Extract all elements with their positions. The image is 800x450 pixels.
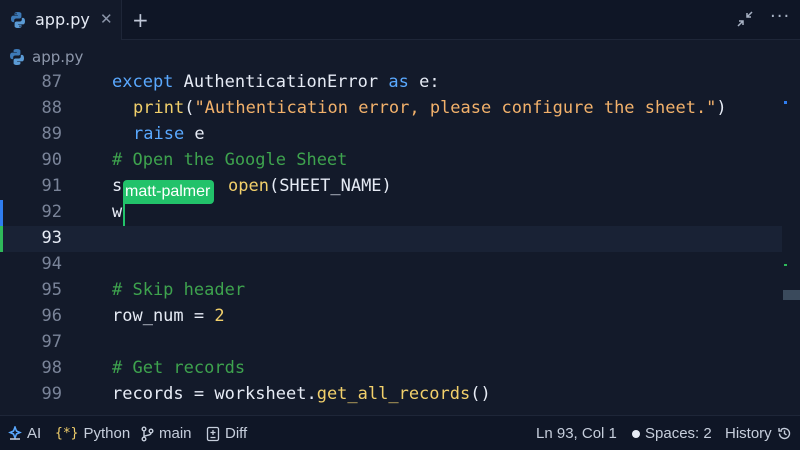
code-line[interactable]: 88 print("Authentication error, please c… bbox=[0, 96, 782, 122]
ai-icon bbox=[8, 425, 22, 442]
code-line[interactable]: 89 raise e bbox=[0, 122, 782, 148]
code-text: open(SHEET_NAME) bbox=[228, 176, 392, 196]
code-line[interactable]: 94 bbox=[0, 252, 782, 278]
cursor-position[interactable]: Ln 93, Col 1 bbox=[536, 425, 617, 442]
line-number: 92 bbox=[41, 202, 62, 222]
tab-app-py[interactable]: app.py ✕ bbox=[0, 0, 122, 40]
tab-bar: app.py ✕ + ··· bbox=[0, 0, 800, 40]
tab-label: app.py bbox=[35, 10, 90, 29]
line-number: 91 bbox=[41, 176, 62, 196]
history-label: History bbox=[725, 425, 772, 442]
code-line[interactable]: 90 # Open the Google Sheet bbox=[0, 148, 782, 174]
language-mode[interactable]: {*} Python bbox=[55, 425, 130, 442]
code-comment: # Get records bbox=[112, 358, 246, 378]
line-number: 99 bbox=[41, 384, 62, 404]
history-icon bbox=[777, 426, 792, 441]
code-comment: # Open the Google Sheet bbox=[112, 150, 348, 170]
minimap-marker bbox=[784, 101, 787, 104]
minimap-marker bbox=[784, 264, 787, 266]
line-number: 90 bbox=[41, 150, 62, 170]
branch-icon bbox=[140, 426, 154, 442]
line-number: 96 bbox=[41, 306, 62, 326]
python-icon bbox=[8, 48, 26, 70]
line-number: 87 bbox=[41, 72, 62, 92]
code-line[interactable]: 99 records = worksheet.get_all_records() bbox=[0, 382, 782, 408]
code-line[interactable]: 96 row_num = 2 bbox=[0, 304, 782, 330]
braces-icon: {*} bbox=[55, 426, 79, 441]
ai-status[interactable]: AI bbox=[8, 425, 41, 442]
scrollbar-thumb[interactable] bbox=[783, 290, 800, 300]
line-number: 97 bbox=[41, 332, 62, 352]
collaborator-name-tag: matt-palmer bbox=[123, 180, 215, 204]
code-line[interactable]: 97 bbox=[0, 330, 782, 356]
code-text: w bbox=[112, 202, 123, 222]
line-number: 88 bbox=[41, 98, 62, 118]
history-button[interactable]: History bbox=[725, 425, 792, 442]
line-number: 93 bbox=[41, 228, 62, 248]
status-bar: AI {*} Python main Diff Ln 93, Col 1 Spa… bbox=[0, 415, 800, 450]
scrollbar[interactable] bbox=[783, 68, 800, 412]
git-branch[interactable]: main bbox=[140, 425, 192, 442]
code-line[interactable]: 98 # Get records bbox=[0, 356, 782, 382]
code-line[interactable]: 87 except AuthenticationError as e: bbox=[0, 70, 782, 96]
code-comment: # Skip header bbox=[112, 280, 246, 300]
code-text: row_num = 2 bbox=[112, 306, 225, 326]
code-line[interactable]: 95 # Skip header bbox=[0, 278, 782, 304]
diff-label: Diff bbox=[225, 425, 248, 442]
code-text: records = worksheet.get_all_records() bbox=[112, 384, 491, 404]
code-text: s bbox=[112, 176, 123, 196]
code-text: raise e bbox=[133, 124, 205, 144]
line-number: 89 bbox=[41, 124, 62, 144]
branch-label: main bbox=[159, 425, 192, 442]
line-number: 95 bbox=[41, 280, 62, 300]
diff-button[interactable]: Diff bbox=[206, 425, 247, 442]
breadcrumb-file[interactable]: app.py bbox=[32, 48, 83, 66]
collapse-icon[interactable] bbox=[736, 10, 754, 32]
language-label: Python bbox=[83, 425, 131, 442]
code-text: print("Authentication error, please conf… bbox=[133, 98, 727, 118]
code-text: except AuthenticationError as e: bbox=[112, 72, 440, 92]
close-icon[interactable]: ✕ bbox=[100, 10, 113, 28]
spaces-label: Spaces: 2 bbox=[645, 425, 712, 442]
code-line-current[interactable]: 93 bbox=[0, 226, 782, 252]
new-tab-button[interactable]: + bbox=[132, 8, 149, 32]
indentation-setting[interactable]: Spaces: 2 bbox=[632, 425, 712, 442]
code-editor[interactable]: 87 except AuthenticationError as e: 88 p… bbox=[0, 68, 800, 412]
code-line[interactable]: 91 s open(SHEET_NAME) bbox=[0, 174, 782, 200]
breadcrumb: app.py bbox=[0, 44, 800, 70]
ai-label: AI bbox=[27, 425, 42, 442]
status-dot-icon bbox=[632, 429, 640, 438]
more-options-icon[interactable]: ··· bbox=[770, 6, 790, 27]
line-number: 94 bbox=[41, 254, 62, 274]
code-line[interactable]: 92 w bbox=[0, 200, 782, 226]
python-icon bbox=[9, 11, 27, 33]
line-number: 98 bbox=[41, 358, 62, 378]
diff-icon bbox=[206, 426, 220, 442]
